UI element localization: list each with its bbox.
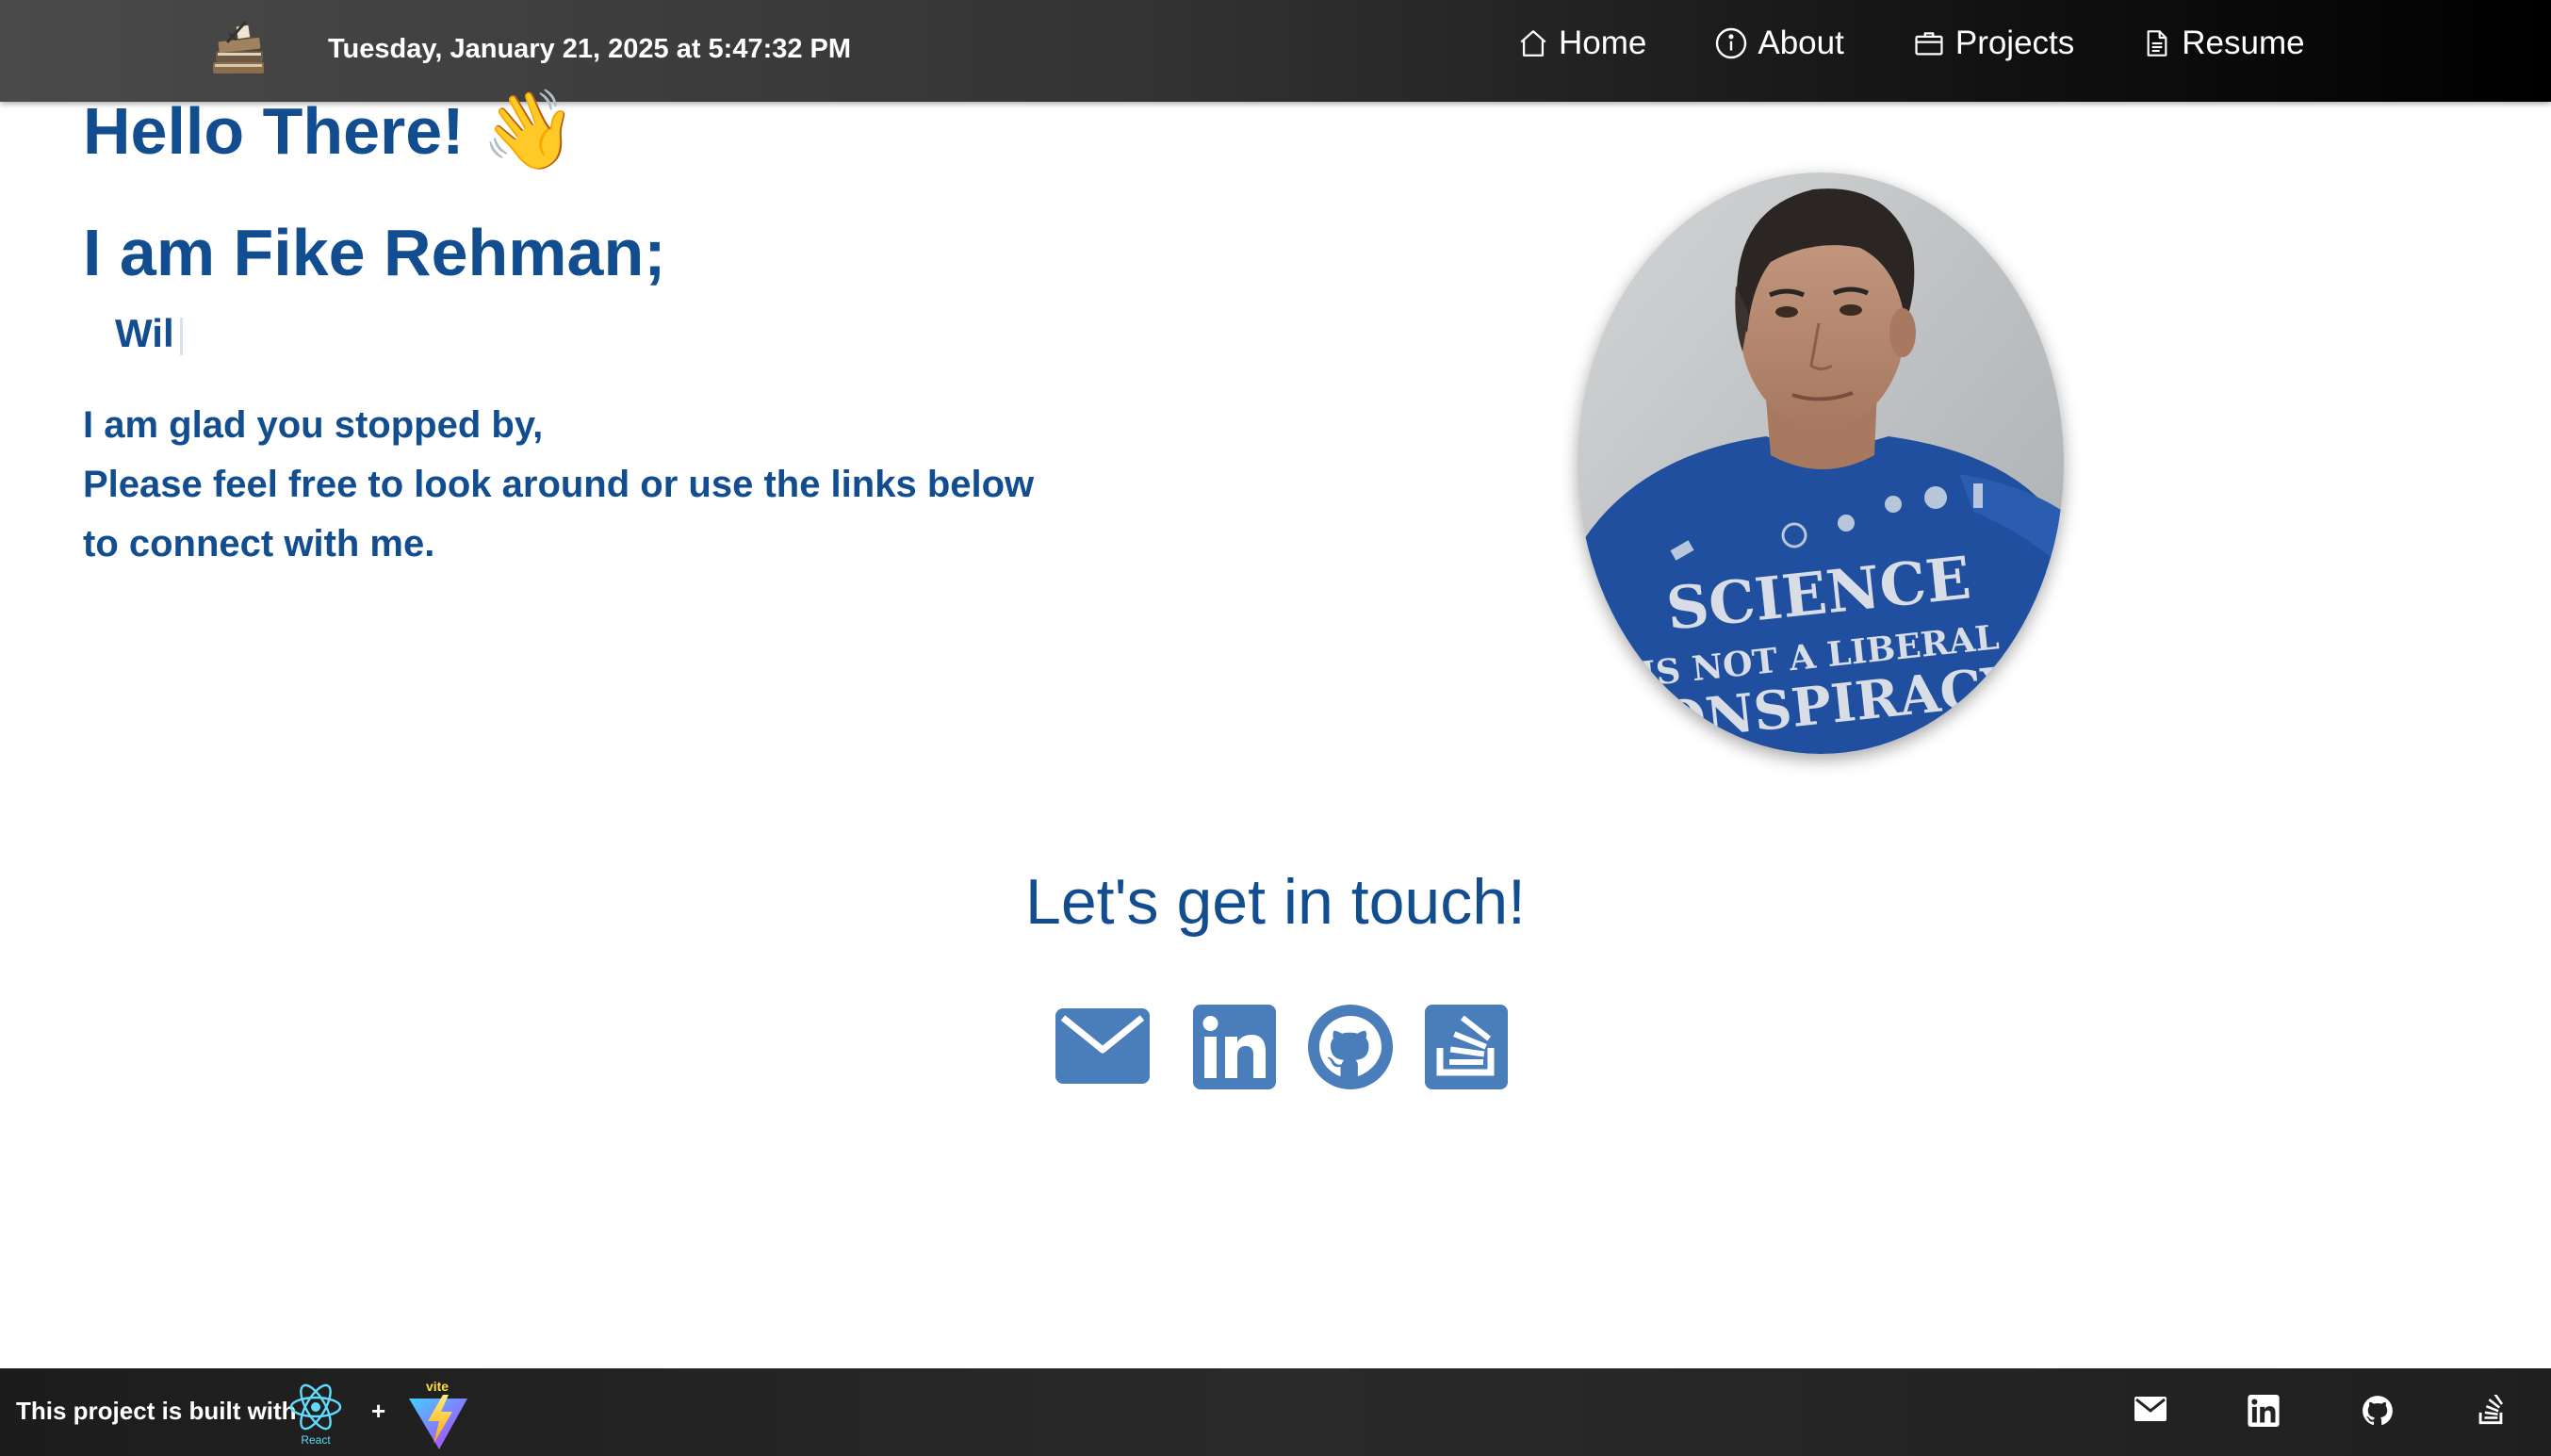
plus-sign: +: [371, 1397, 386, 1425]
name-heading: I am Fike Rehman;: [83, 215, 666, 290]
footer-github-link[interactable]: [2362, 1395, 2394, 1431]
nav-resume-link[interactable]: Resume: [2142, 25, 2305, 62]
nav-home-label: Home: [1559, 25, 1647, 61]
hello-text: Hello There!: [83, 94, 465, 168]
contact-stackoverflow-link[interactable]: [1425, 1005, 1508, 1094]
main-nav: Home About Projects Resume: [1517, 25, 2373, 62]
contact-linkedin-link[interactable]: [1193, 1005, 1276, 1094]
books-logo-icon[interactable]: [207, 21, 270, 83]
footer: This project is built with React + vite: [0, 1368, 2551, 1456]
profile-photo: SCIENCE IS NOT A LIBERAL CONSPIRACY: [1578, 172, 2064, 754]
nav-about-label: About: [1758, 25, 1844, 61]
nav-projects-label: Projects: [1954, 25, 2075, 61]
welcome-line-1: I am glad you stopped by,: [83, 404, 544, 446]
linkedin-icon: [1193, 1005, 1276, 1089]
briefcase-icon: [1915, 32, 1943, 56]
contact-heading: Let's get in touch!: [1025, 866, 1526, 938]
nav-projects-link[interactable]: Projects: [1912, 25, 2074, 62]
footer-linkedin-link[interactable]: [2248, 1395, 2280, 1431]
footer-email-link[interactable]: [2134, 1395, 2167, 1428]
welcome-line-3: to connect with me.: [83, 523, 435, 564]
hello-heading: Hello There! 👋: [83, 92, 578, 170]
contact-email-link[interactable]: [1054, 1005, 1152, 1090]
typewriter-text: Wil: [115, 311, 183, 356]
stackoverflow-icon: [1425, 1005, 1508, 1089]
document-icon: [2147, 30, 2167, 57]
info-icon: [1716, 27, 1747, 59]
react-logo-icon: React: [288, 1382, 343, 1448]
waving-hand-icon: 👋: [481, 88, 578, 173]
contact-github-link[interactable]: [1308, 1005, 1393, 1094]
footer-stackoverflow-link[interactable]: [2476, 1392, 2506, 1431]
name-text: Fike Rehman;: [233, 216, 666, 289]
vite-label: vite: [426, 1379, 449, 1394]
nav-resume-label: Resume: [2182, 25, 2305, 61]
nav-home-link[interactable]: Home: [1517, 25, 1646, 62]
react-label: React: [301, 1433, 331, 1447]
nav-about-link[interactable]: About: [1714, 25, 1844, 62]
github-icon: [2363, 1396, 2393, 1426]
vite-logo-icon: vite: [405, 1376, 471, 1451]
built-with-text: This project is built with: [16, 1397, 297, 1425]
top-navbar: Tuesday, January 21, 2025 at 5:47:32 PM …: [0, 0, 2551, 102]
linkedin-icon: [2248, 1395, 2280, 1427]
email-icon: [1055, 1008, 1150, 1084]
github-icon: [1308, 1005, 1393, 1089]
typed-text: Wil: [115, 311, 174, 355]
name-prefix: I am: [83, 216, 234, 289]
typing-cursor: [179, 317, 183, 355]
welcome-line-2: Please feel free to look around or use t…: [83, 464, 1035, 505]
home-icon: [1520, 30, 1546, 57]
email-icon: [2134, 1397, 2167, 1421]
stackoverflow-icon: [2478, 1392, 2504, 1425]
welcome-message: I am glad you stopped by, Please feel fr…: [83, 396, 1034, 574]
current-datetime: Tuesday, January 21, 2025 at 5:47:32 PM: [328, 34, 852, 64]
